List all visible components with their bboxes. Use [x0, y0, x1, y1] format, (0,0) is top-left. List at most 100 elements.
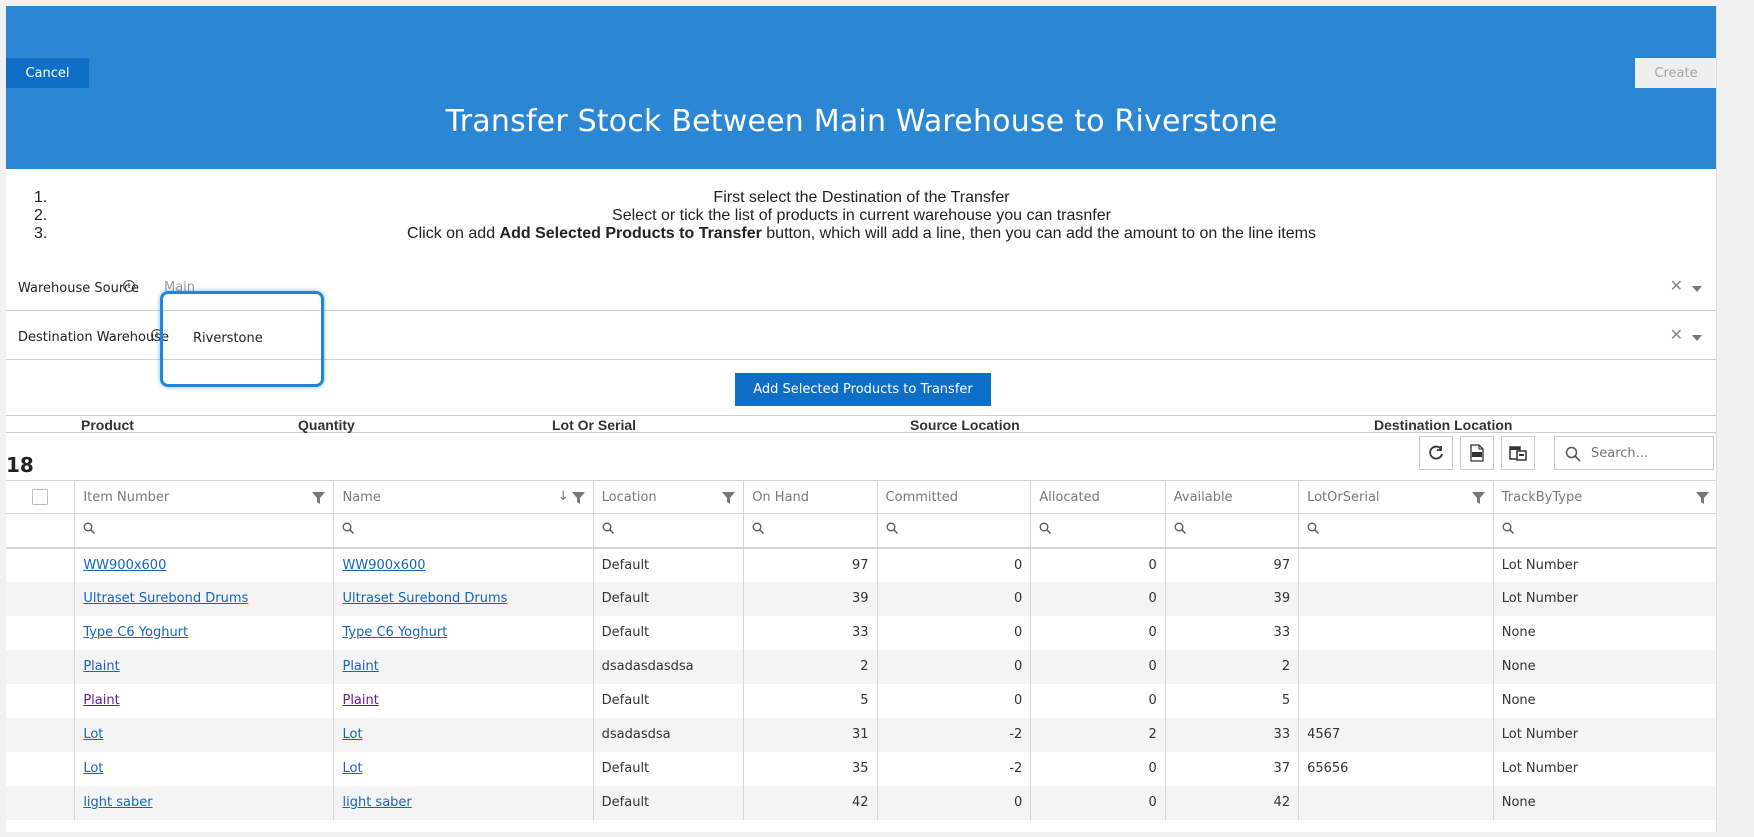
- name-link[interactable]: Lot: [342, 761, 362, 776]
- col-destination-location: Destination Location: [1374, 417, 1513, 433]
- add-selected-products-button[interactable]: Add Selected Products to Transfer: [735, 373, 991, 406]
- location-cell: Default: [592, 785, 744, 820]
- item-number-cell: Plaint: [74, 683, 334, 718]
- table-row[interactable]: light saber light saber Default 42 0 0 4…: [6, 785, 1716, 820]
- header-allocated[interactable]: Allocated: [1030, 480, 1166, 514]
- item-number-link[interactable]: Lot: [83, 761, 103, 776]
- table-row[interactable]: Lot Lot dsadasdsa 31 -2 2 33 4567 Lot Nu…: [6, 717, 1716, 752]
- name-cell: Ultraset Surebond Drums: [333, 581, 594, 616]
- filter-icon[interactable]: [571, 492, 585, 504]
- header-location[interactable]: Location: [592, 480, 744, 514]
- name-link[interactable]: Plaint: [342, 693, 378, 708]
- available-cell: 39: [1164, 581, 1299, 616]
- table-row[interactable]: Plaint Plaint dsadasdasdsa 2 0 0 2 None: [6, 649, 1716, 684]
- step-bold-text: Add Selected Products to Transfer: [499, 225, 762, 242]
- item-number-link[interactable]: Plaint: [83, 659, 119, 674]
- lot-or-serial-cell: [1298, 785, 1494, 820]
- select-all-checkbox[interactable]: [32, 489, 48, 505]
- row-select-cell[interactable]: [6, 649, 75, 684]
- filter-cell[interactable]: [1492, 513, 1716, 549]
- item-number-link[interactable]: WW900x600: [83, 558, 166, 573]
- table-row[interactable]: Plaint Plaint Default 5 0 0 5 None: [6, 683, 1716, 718]
- create-button[interactable]: Create: [1635, 58, 1716, 88]
- on-hand-cell: 31: [743, 717, 878, 752]
- table-row[interactable]: WW900x600 WW900x600 Default 97 0 0 97 Lo…: [6, 547, 1716, 582]
- header-item-number[interactable]: Item Number: [74, 480, 334, 514]
- refresh-button[interactable]: [1419, 436, 1453, 470]
- table-row[interactable]: Ultraset Surebond Drums Ultraset Surebon…: [6, 581, 1716, 616]
- filter-cell[interactable]: [876, 513, 1031, 549]
- available-cell: 97: [1164, 547, 1299, 582]
- item-number-link[interactable]: Ultraset Surebond Drums: [83, 591, 248, 606]
- cancel-button[interactable]: Cancel: [6, 58, 89, 88]
- filter-icon[interactable]: [312, 492, 326, 504]
- step-text: Click on add Add Selected Products to Tr…: [407, 225, 1316, 242]
- name-link[interactable]: WW900x600: [342, 558, 425, 573]
- grid-search-input[interactable]: [1589, 445, 1709, 462]
- filter-cell[interactable]: [1030, 513, 1166, 549]
- clear-icon[interactable]: ✕: [1670, 325, 1683, 344]
- row-select-cell[interactable]: [6, 616, 75, 650]
- header-name[interactable]: Name ↓: [333, 480, 594, 514]
- filter-cell[interactable]: [743, 513, 878, 549]
- info-icon[interactable]: i: [123, 280, 135, 292]
- on-hand-cell: 5: [743, 683, 878, 718]
- name-link[interactable]: Plaint: [342, 659, 378, 674]
- name-link[interactable]: light saber: [342, 795, 411, 810]
- header-lot-or-serial[interactable]: LotOrSerial: [1298, 480, 1494, 514]
- name-link[interactable]: Type C6 Yoghurt: [342, 625, 447, 640]
- excel-file-icon: [1470, 444, 1484, 462]
- item-number-link[interactable]: Type C6 Yoghurt: [83, 625, 188, 640]
- filter-icon[interactable]: [1696, 492, 1709, 504]
- row-select-cell[interactable]: [6, 581, 75, 616]
- filter-icon[interactable]: [722, 492, 736, 504]
- header-available[interactable]: Available: [1164, 480, 1299, 514]
- filter-cell[interactable]: [1164, 513, 1299, 549]
- filter-icon[interactable]: [1471, 492, 1485, 504]
- transfer-lines-header: Product Quantity Lot Or Serial Source Lo…: [6, 415, 1716, 433]
- transfer-stock-form: Cancel Create Transfer Stock Between Mai…: [6, 6, 1717, 832]
- table-row[interactable]: Lot Lot Default 35 -2 0 37 65656 Lot Num…: [6, 751, 1716, 786]
- select-all-cell[interactable]: [6, 480, 75, 514]
- column-chooser-button[interactable]: [1501, 436, 1535, 470]
- on-hand-cell: 97: [743, 547, 878, 582]
- filter-cell[interactable]: [592, 513, 744, 549]
- sort-descending-icon[interactable]: ↓: [558, 489, 569, 504]
- track-by-type-cell: Lot Number: [1492, 547, 1716, 582]
- item-number-link[interactable]: Lot: [83, 727, 103, 742]
- item-number-link[interactable]: Plaint: [83, 693, 119, 708]
- row-select-cell[interactable]: [6, 785, 75, 820]
- search-icon: [1565, 446, 1581, 462]
- item-number-cell: Type C6 Yoghurt: [74, 615, 334, 650]
- header-committed[interactable]: Committed: [876, 480, 1031, 514]
- search-icon: [752, 522, 765, 535]
- record-count: 18: [6, 453, 34, 477]
- committed-cell: 0: [876, 547, 1031, 582]
- instruction-list: 1. First select the Destination of the T…: [6, 189, 1716, 243]
- export-excel-button[interactable]: [1460, 436, 1494, 470]
- filter-cell[interactable]: [74, 513, 334, 549]
- clear-icon[interactable]: ✕: [1670, 276, 1683, 295]
- on-hand-cell: 2: [743, 649, 878, 684]
- grid-search-field[interactable]: [1554, 436, 1714, 470]
- table-row[interactable]: Type C6 Yoghurt Type C6 Yoghurt Default …: [6, 615, 1716, 650]
- item-number-link[interactable]: light saber: [83, 795, 152, 810]
- name-link[interactable]: Ultraset Surebond Drums: [342, 591, 507, 606]
- name-cell: Type C6 Yoghurt: [333, 615, 594, 650]
- location-cell: Default: [592, 581, 744, 616]
- location-cell: Default: [592, 615, 744, 650]
- location-cell: dsadasdsa: [592, 717, 744, 752]
- row-select-cell[interactable]: [6, 684, 75, 718]
- chevron-down-icon[interactable]: [1692, 286, 1702, 292]
- allocated-cell: 0: [1030, 615, 1166, 650]
- header-track-by-type[interactable]: TrackByType: [1492, 480, 1716, 514]
- chevron-down-icon[interactable]: [1692, 335, 1702, 341]
- filter-cell[interactable]: [1298, 513, 1494, 549]
- row-select-cell[interactable]: [6, 548, 75, 582]
- filter-cell[interactable]: [333, 513, 594, 549]
- header-on-hand[interactable]: On Hand: [743, 480, 878, 514]
- row-select-cell[interactable]: [6, 717, 75, 752]
- item-number-cell: Lot: [74, 751, 334, 786]
- name-link[interactable]: Lot: [342, 727, 362, 742]
- row-select-cell[interactable]: [6, 752, 75, 786]
